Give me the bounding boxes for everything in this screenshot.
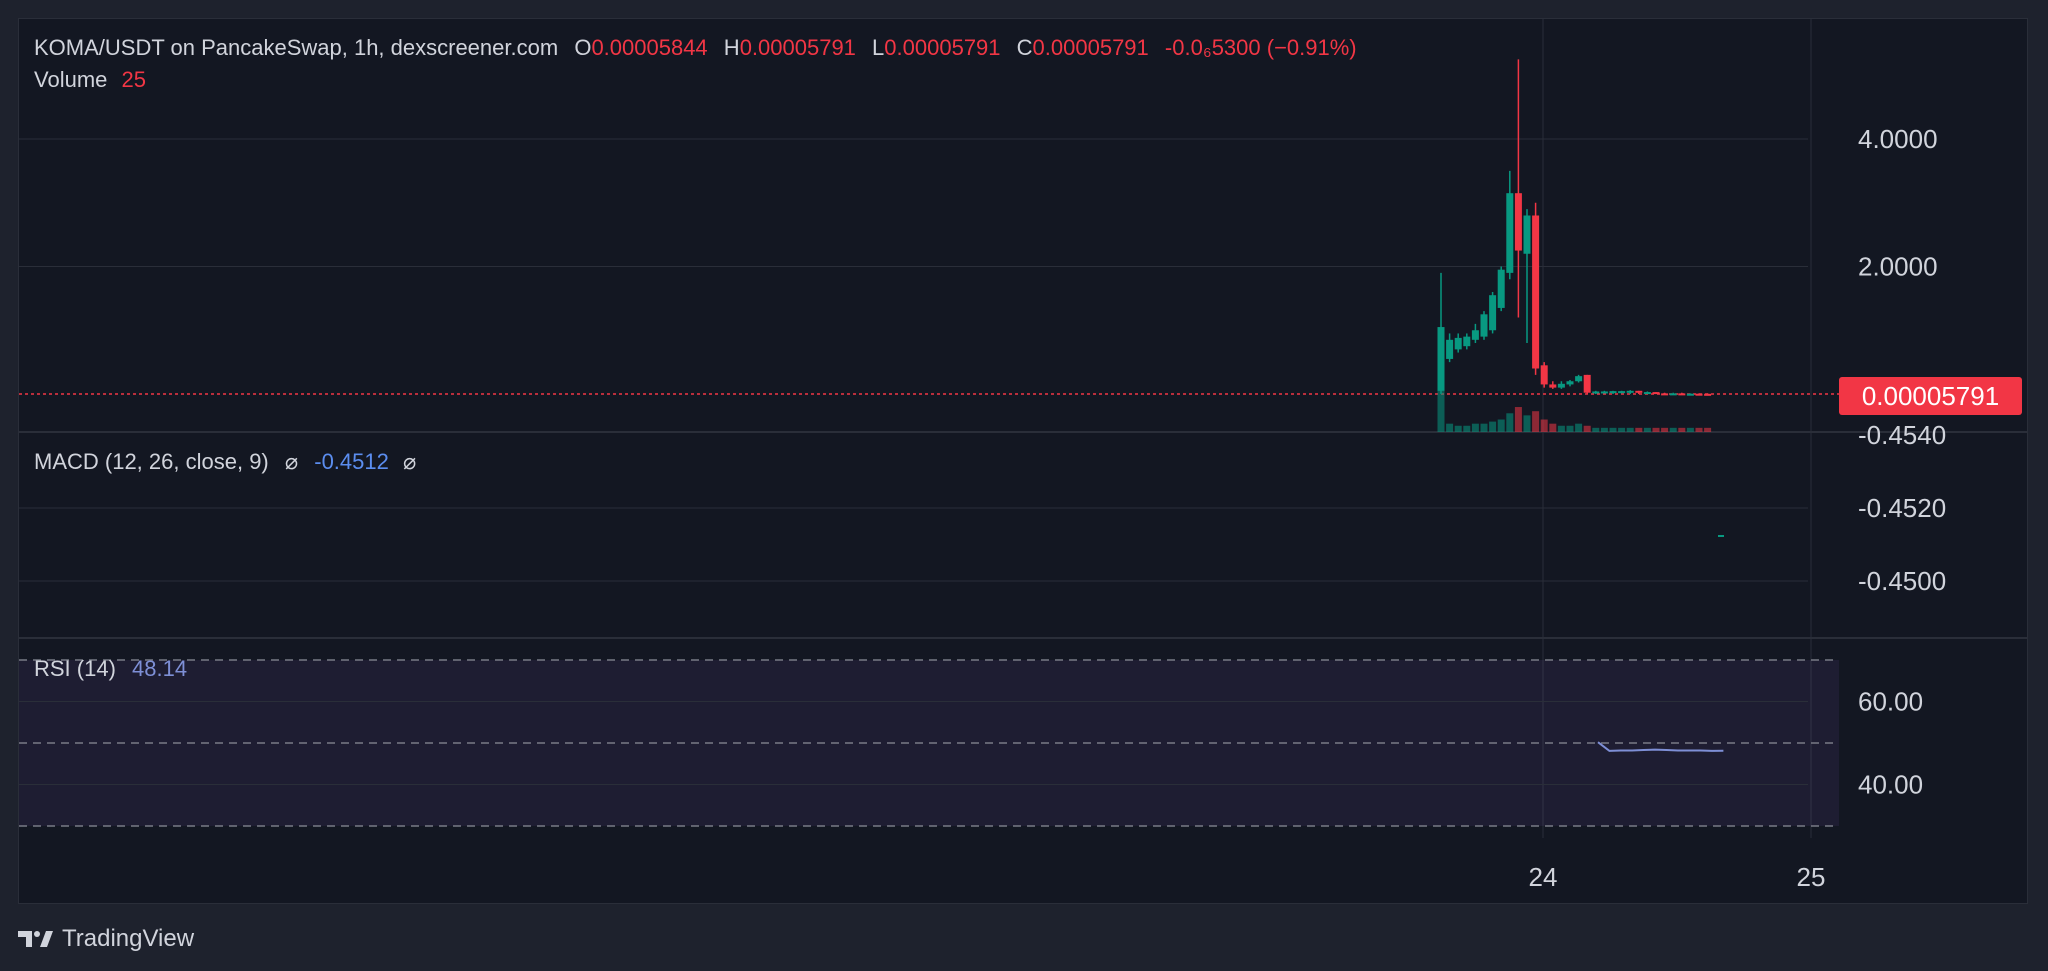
candle-body (1626, 390, 1634, 393)
volume-bar (1549, 423, 1557, 432)
volume-bar (1678, 427, 1686, 432)
volume-bar (1471, 423, 1479, 432)
volume-bar (1523, 415, 1531, 432)
volume-bar (1540, 419, 1548, 432)
candle-body (1523, 215, 1531, 254)
candle-body (1609, 391, 1617, 394)
volume-bar (1532, 411, 1540, 432)
candle-body (1532, 215, 1540, 369)
macd-empty-symbol-1: ⌀ (284, 449, 299, 474)
tradingview-brand[interactable]: TradingView (18, 925, 194, 953)
candle-body (1592, 391, 1600, 394)
rsi-legend: RSI (14) 48.14 (34, 656, 187, 682)
symbol-title[interactable]: KOMA/USDT on PancakeSwap, 1h, dexscreene… (34, 35, 558, 60)
volume-bar (1480, 423, 1488, 432)
price-axis-tick: 2.0000 (1858, 252, 1938, 282)
volume-bar (1600, 427, 1608, 432)
candle-body (1678, 393, 1686, 396)
candle-body (1643, 392, 1651, 395)
brand-name: TradingView (62, 925, 195, 952)
volume-bar (1609, 427, 1617, 432)
volume-bar (1446, 423, 1454, 432)
candle-body (1454, 337, 1462, 350)
candle-body (1686, 393, 1694, 396)
volume-bar (1566, 425, 1574, 432)
candle-body (1463, 336, 1471, 347)
price-axis-tick: 4.0000 (1858, 124, 1938, 154)
low-value: 0.00005791 (884, 35, 1001, 60)
candle-body (1600, 391, 1608, 394)
volume-bar (1686, 427, 1694, 432)
chart-svg[interactable]: 4.0000 2.0000 -0.4540 -0.4520 -0.4500 60.00 40… (0, 0, 2048, 971)
volume-bar (1652, 427, 1660, 432)
last-price-tag: 0.00005791 (1839, 377, 2022, 415)
volume-bar (1514, 407, 1522, 432)
candle-body (1583, 374, 1591, 393)
volume-bar (1635, 427, 1643, 432)
volume-bar (1643, 427, 1651, 432)
macd-axis-tick: -0.4520 (1858, 493, 1946, 523)
candle-body (1652, 392, 1660, 395)
open-value: 0.00005844 (591, 35, 708, 60)
volume-bar (1454, 425, 1462, 432)
time-axis-tick: 25 (1797, 862, 1826, 892)
candle-body (1506, 193, 1514, 273)
macd-axis-tick: -0.4500 (1858, 566, 1946, 596)
candle-body (1446, 339, 1454, 359)
candle-body (1695, 393, 1703, 396)
candle-body (1471, 330, 1479, 340)
candle-body (1557, 383, 1565, 388)
volume-bar (1506, 413, 1514, 432)
volume-bar (1583, 425, 1591, 432)
candle-body (1618, 391, 1626, 394)
volume-bar (1695, 427, 1703, 432)
volume-label[interactable]: Volume (34, 67, 107, 92)
rsi-axis-tick: 60.00 (1858, 687, 1923, 717)
candle-body (1549, 384, 1557, 388)
candle-body (1704, 393, 1712, 396)
candle-body (1540, 365, 1548, 385)
close-value: 0.00005791 (1032, 35, 1149, 60)
candle-body (1661, 393, 1669, 396)
candle-body (1489, 295, 1497, 331)
volume-bar (1618, 427, 1626, 432)
candle-body (1575, 376, 1583, 382)
macd-empty-symbol-2: ⌀ (403, 449, 417, 474)
candle-body (1669, 393, 1677, 396)
high-value: 0.00005791 (739, 35, 856, 60)
macd-value: -0.4512 (314, 449, 389, 474)
main-legend: KOMA/USDT on PancakeSwap, 1h, dexscreene… (34, 35, 1357, 61)
close-label: C (1016, 35, 1033, 60)
volume-value: 25 (121, 67, 146, 92)
volume-bar (1592, 427, 1600, 432)
volume-bar (1704, 427, 1712, 432)
macd-label[interactable]: MACD (12, 26, close, 9) (34, 449, 269, 474)
candle-body (1514, 193, 1522, 251)
volume-bar (1489, 421, 1497, 432)
candle-body (1566, 381, 1574, 385)
volume-bar (1557, 425, 1565, 432)
low-label: L (872, 35, 885, 60)
candle-body (1497, 269, 1505, 308)
change-value: -0.0₆5300 (−0.91%) (1164, 35, 1357, 60)
volume-bar (1463, 425, 1471, 432)
candle-body (1635, 390, 1643, 393)
high-label: H (723, 35, 740, 60)
rsi-axis-tick: 40.00 (1858, 770, 1923, 800)
tradingview-logo-icon (18, 931, 53, 947)
volume-bar (1669, 427, 1677, 432)
volume-bar (1437, 380, 1445, 432)
volume-bar (1626, 427, 1634, 432)
volume-bar (1661, 427, 1669, 432)
volume-bar (1575, 423, 1583, 432)
time-axis-tick: 24 (1529, 862, 1558, 892)
candle-body (1480, 314, 1488, 337)
rsi-label[interactable]: RSI (14) (34, 656, 116, 681)
volume-legend: Volume 25 (34, 67, 146, 93)
macd-axis-tick: -0.4540 (1858, 420, 1946, 450)
open-label: O (574, 35, 592, 60)
volume-bar (1497, 419, 1505, 432)
rsi-value: 48.14 (132, 656, 188, 681)
macd-legend: MACD (12, 26, close, 9) ⌀ -0.4512 ⌀ (34, 449, 416, 475)
